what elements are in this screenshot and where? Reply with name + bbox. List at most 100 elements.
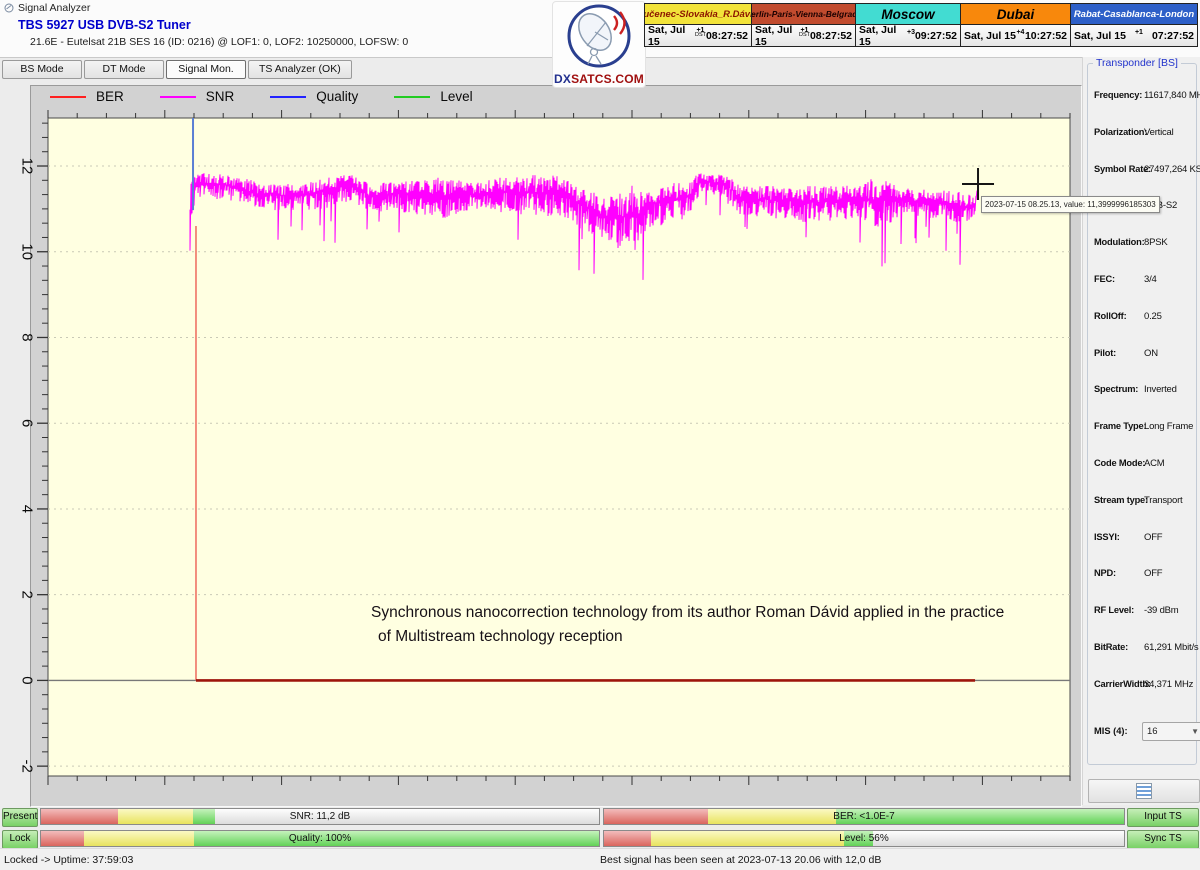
tp-row-pilot: Pilot:ON xyxy=(1094,348,1196,359)
statusbar: Locked -> Uptime: 37:59:03 Best signal h… xyxy=(0,848,1200,870)
tab-bs-mode[interactable]: BS Mode xyxy=(2,60,82,79)
logo-text: DXSATCS.COM xyxy=(553,72,645,86)
tp-label: CarrierWidth: xyxy=(1094,679,1144,689)
clock-time: 08:27:52 xyxy=(810,30,852,42)
tp-value: 34,371 MHz xyxy=(1144,679,1193,690)
annotation-line-1: Synchronous nanocorrection technology fr… xyxy=(371,601,1004,625)
legend-snr: SNR xyxy=(160,89,235,104)
tp-label: Spectrum: xyxy=(1094,384,1144,394)
tp-value: 27497,264 KS/s xyxy=(1144,164,1200,175)
monitor-row-present: PresentSNR: 11,2 dB BER: <1.0E-7Input TS xyxy=(0,808,1200,826)
tp-row-rolloff: RollOff:0.25 xyxy=(1094,311,1196,322)
world-clocks: Lučenec-Slovakia_R.DávidSat, Jul 15+1DST… xyxy=(645,3,1198,46)
tp-label: Modulation: xyxy=(1094,237,1144,247)
legend-label: Level xyxy=(440,89,472,104)
tp-row-symbol-rate: Symbol Rate:27497,264 KS/s xyxy=(1094,164,1196,175)
clock-city-header: Lučenec-Slovakia_R.Dávid xyxy=(645,4,751,25)
tp-row-rf-level: RF Level:-39 dBm xyxy=(1094,605,1196,616)
bar-label: SNR: 11,2 dB xyxy=(41,809,599,824)
tab-signal-mon[interactable]: Signal Mon. xyxy=(166,60,246,79)
clock-date: Sat, Jul 15 xyxy=(964,30,1016,42)
clock-utc-offset: +1DST xyxy=(799,28,810,38)
clock-berlin-paris-vienna-belgrade: Berlin-Paris-Vienna-BelgradeSat, Jul 15+… xyxy=(751,3,856,47)
lock-button[interactable]: Lock xyxy=(2,830,38,849)
ts-list-button[interactable] xyxy=(1088,779,1200,803)
mis-row: MIS (4): 16 ▼ xyxy=(1094,726,1194,737)
clock-date: Sat, Jul 15 xyxy=(648,24,695,48)
app-icon xyxy=(4,3,14,13)
tp-value: Transport xyxy=(1144,495,1183,506)
legend-quality: Quality xyxy=(270,89,358,104)
tp-row-bitrate: BitRate:61,291 Mbit/s xyxy=(1094,642,1196,653)
transponder-title: Transponder [BS] xyxy=(1093,57,1181,69)
input-ts-button[interactable]: Input TS xyxy=(1127,808,1199,827)
clock-time-row: Sat, Jul 15+309:27:52 xyxy=(856,25,960,46)
tp-row-issyi: ISSYI:OFF xyxy=(1094,532,1196,543)
tp-value: ACM xyxy=(1144,458,1165,469)
clock-time: 09:27:52 xyxy=(915,30,957,42)
clock-time-row: Sat, Jul 15+410:27:52 xyxy=(961,25,1070,46)
clock-city-header: Berlin-Paris-Vienna-Belgrade xyxy=(752,4,855,25)
tp-row-spectrum: Spectrum:Inverted xyxy=(1094,384,1196,395)
mis-value: 16 xyxy=(1147,726,1158,737)
clock-rabat-casablanca-london: Rabat-Casablanca-LondonSat, Jul 15+107:2… xyxy=(1070,3,1198,47)
tp-value: 61,291 Mbit/s xyxy=(1144,642,1198,653)
tp-row-frame-type: Frame Type:Long Frame xyxy=(1094,421,1196,432)
tp-value: -39 dBm xyxy=(1144,605,1179,616)
tp-row-stream-type: Stream type:Transport xyxy=(1094,495,1196,506)
tp-value: OFF xyxy=(1144,532,1162,543)
clock-utc-offset: +1 xyxy=(1135,30,1143,35)
tp-row-npd: NPD:OFF xyxy=(1094,568,1196,579)
monitor-row-lock: LockQuality: 100%Level: 56%Sync TS xyxy=(0,830,1200,848)
tp-value: 8PSK xyxy=(1144,237,1168,248)
clock-city-header: Rabat-Casablanca-London xyxy=(1071,4,1197,25)
clock-utc-offset: +3 xyxy=(907,30,915,35)
quality-bar: Quality: 100% xyxy=(40,830,600,847)
svg-text:12: 12 xyxy=(19,158,36,175)
clock-time: 10:27:52 xyxy=(1025,30,1067,42)
tp-value: 11617,840 MHz xyxy=(1144,90,1200,101)
legend-level: Level xyxy=(394,89,472,104)
bar-label: BER: <1.0E-7 xyxy=(604,809,1124,824)
tp-value: ON xyxy=(1144,348,1158,359)
signal-analyzer-window: Signal Analyzer TBS 5927 USB DVB-S2 Tune… xyxy=(0,0,1200,870)
window-title: Signal Analyzer xyxy=(18,2,90,14)
tab-ts-analyzer-ok[interactable]: TS Analyzer (OK) xyxy=(248,60,352,79)
signal-plot[interactable]: 121086420-2 xyxy=(0,85,1080,805)
tp-value: Inverted xyxy=(1144,384,1177,395)
annotation-line-2: of Multistream technology reception xyxy=(378,625,1004,649)
tp-row-polarization: Polarization:Vertical xyxy=(1094,127,1196,138)
transponder-panel: Transponder [BS] Frequency:11617,840 MHz… xyxy=(1082,57,1200,805)
tp-label: NPD: xyxy=(1094,568,1144,578)
tp-label: BitRate: xyxy=(1094,642,1144,652)
legend-line-icon xyxy=(50,96,86,98)
clock-time: 08:27:52 xyxy=(706,30,748,42)
present-button[interactable]: Present xyxy=(2,808,38,827)
tp-label: Code Mode: xyxy=(1094,458,1144,468)
tp-label: Polarization: xyxy=(1094,127,1144,137)
chart-annotation: Synchronous nanocorrection technology fr… xyxy=(371,601,1004,649)
legend-label: BER xyxy=(96,89,124,104)
tp-value: OFF xyxy=(1144,568,1162,579)
mis-select[interactable]: 16 ▼ xyxy=(1142,722,1200,741)
legend-ber: BER xyxy=(50,89,124,104)
list-icon xyxy=(1136,783,1152,799)
clock-utc-offset: +1DST xyxy=(695,28,706,38)
tp-row-modulation: Modulation:8PSK xyxy=(1094,237,1196,248)
tp-row-frequency: Frequency:11617,840 MHz xyxy=(1094,90,1196,101)
sync-ts-button[interactable]: Sync TS xyxy=(1127,830,1199,849)
svg-text:6: 6 xyxy=(19,419,36,427)
tab-dt-mode[interactable]: DT Mode xyxy=(84,60,164,79)
svg-text:2: 2 xyxy=(19,591,36,599)
plot-tooltip: 2023-07-15 08.25.13, value: 11,399999618… xyxy=(981,196,1160,213)
clock-time-row: Sat, Jul 15+1DST08:27:52 xyxy=(752,25,855,46)
clock-city-header: Moscow xyxy=(856,4,960,25)
titlebar: Signal Analyzer xyxy=(4,1,90,14)
tp-value: Vertical xyxy=(1144,127,1174,138)
clock-time-row: Sat, Jul 15+1DST08:27:52 xyxy=(645,25,751,46)
legend-line-icon xyxy=(394,96,430,98)
chart-legend: BER SNR Quality Level xyxy=(50,89,495,104)
tp-value: Long Frame xyxy=(1144,421,1193,432)
clock-date: Sat, Jul 15 xyxy=(1074,30,1126,42)
clock-date: Sat, Jul 15 xyxy=(859,24,907,48)
